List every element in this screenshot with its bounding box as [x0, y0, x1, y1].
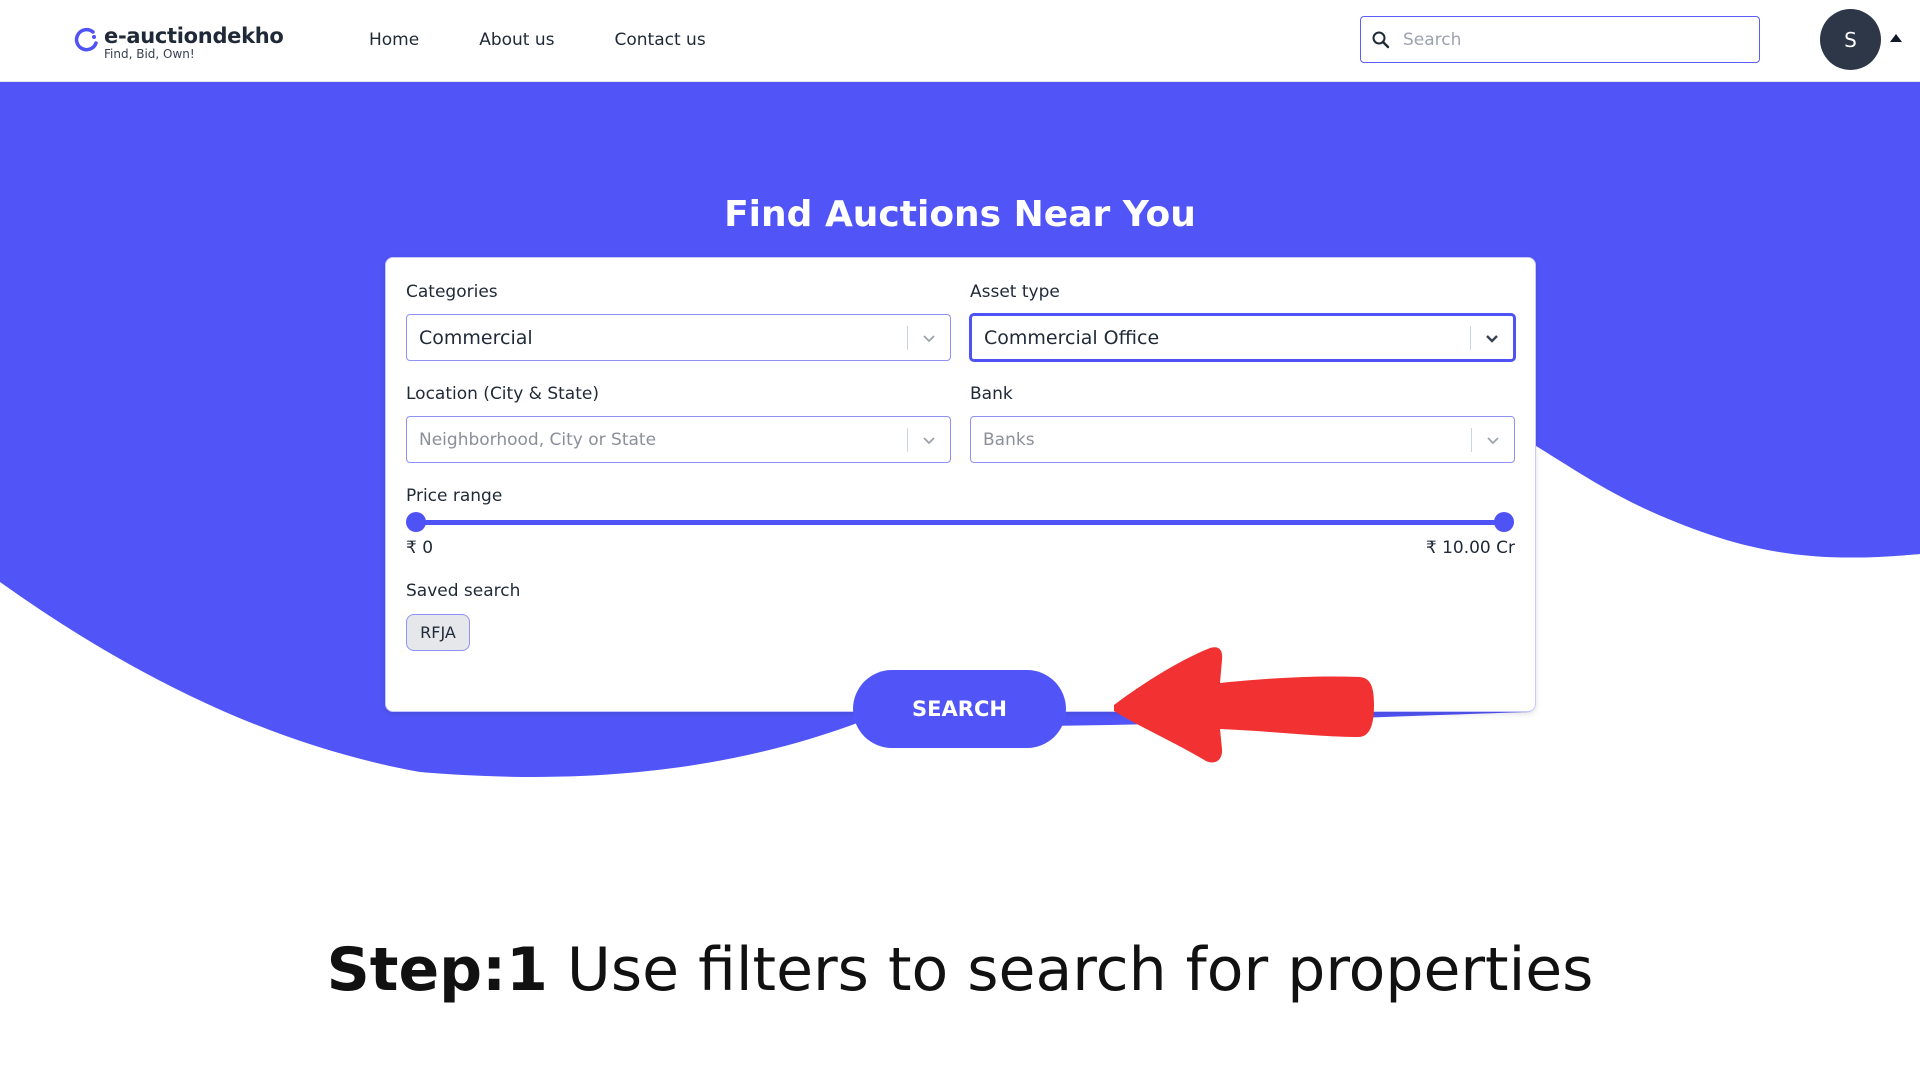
saved-search-label: Saved search	[406, 581, 521, 601]
categories-label: Categories	[406, 282, 498, 302]
price-range-label: Price range	[406, 486, 503, 506]
bank-select[interactable]: Banks	[970, 416, 1515, 463]
price-min-value: ₹ 0	[406, 538, 434, 558]
categories-value: Commercial	[419, 326, 533, 349]
chevron-down-icon[interactable]	[920, 431, 938, 449]
step-description: Use filters to search for properties	[547, 935, 1594, 1005]
price-max-handle[interactable]	[1494, 512, 1514, 532]
price-min-handle[interactable]	[406, 512, 426, 532]
bank-label: Bank	[970, 384, 1013, 404]
location-label: Location (City & State)	[406, 384, 599, 404]
chevron-down-icon[interactable]	[1483, 329, 1501, 347]
asset-type-value: Commercial Office	[984, 326, 1160, 349]
step-number: Step:1	[326, 935, 548, 1005]
filter-card: Categories Commercial Asset type Commerc…	[385, 257, 1536, 712]
select-divider	[1471, 427, 1472, 452]
saved-search-chip[interactable]: RFJA	[406, 614, 470, 651]
logo[interactable]: e-auctiondekho Find, Bid, Own!	[72, 24, 284, 61]
logo-name: e-auctiondekho	[104, 24, 284, 48]
step-caption: Step:1 Use filters to search for propert…	[0, 935, 1920, 1005]
chevron-down-icon[interactable]	[920, 329, 938, 347]
red-arrow-icon	[1114, 647, 1374, 763]
nav-about-us[interactable]: About us	[479, 28, 554, 52]
avatar[interactable]: S	[1820, 9, 1881, 70]
bank-placeholder: Banks	[983, 429, 1035, 450]
main-nav: Home About us Contact us	[369, 28, 766, 52]
search-input[interactable]	[1403, 29, 1743, 50]
header-search[interactable]	[1360, 16, 1760, 63]
select-divider	[907, 427, 908, 452]
chevron-down-icon[interactable]	[1484, 431, 1502, 449]
caret-up-icon[interactable]	[1890, 34, 1902, 42]
select-divider	[1470, 325, 1471, 350]
page: e-auctiondekho Find, Bid, Own! Home Abou…	[0, 0, 1920, 1080]
asset-type-select[interactable]: Commercial Office	[970, 314, 1515, 361]
price-max-value: ₹ 10.00 Cr	[1425, 538, 1515, 558]
select-divider	[907, 325, 908, 350]
top-navbar: e-auctiondekho Find, Bid, Own! Home Abou…	[0, 0, 1920, 82]
search-button[interactable]: SEARCH	[853, 670, 1066, 748]
categories-select[interactable]: Commercial	[406, 314, 951, 361]
price-slider-track[interactable]	[416, 520, 1504, 525]
location-select[interactable]: Neighborhood, City or State	[406, 416, 951, 463]
search-icon	[1372, 31, 1390, 48]
location-placeholder: Neighborhood, City or State	[419, 429, 657, 450]
nav-contact-us[interactable]: Contact us	[615, 28, 706, 52]
nav-home[interactable]: Home	[369, 28, 419, 52]
asset-type-label: Asset type	[970, 282, 1060, 302]
logo-icon	[74, 27, 98, 52]
logo-tagline: Find, Bid, Own!	[104, 47, 195, 61]
hero-title: Find Auctions Near You	[724, 194, 1196, 235]
